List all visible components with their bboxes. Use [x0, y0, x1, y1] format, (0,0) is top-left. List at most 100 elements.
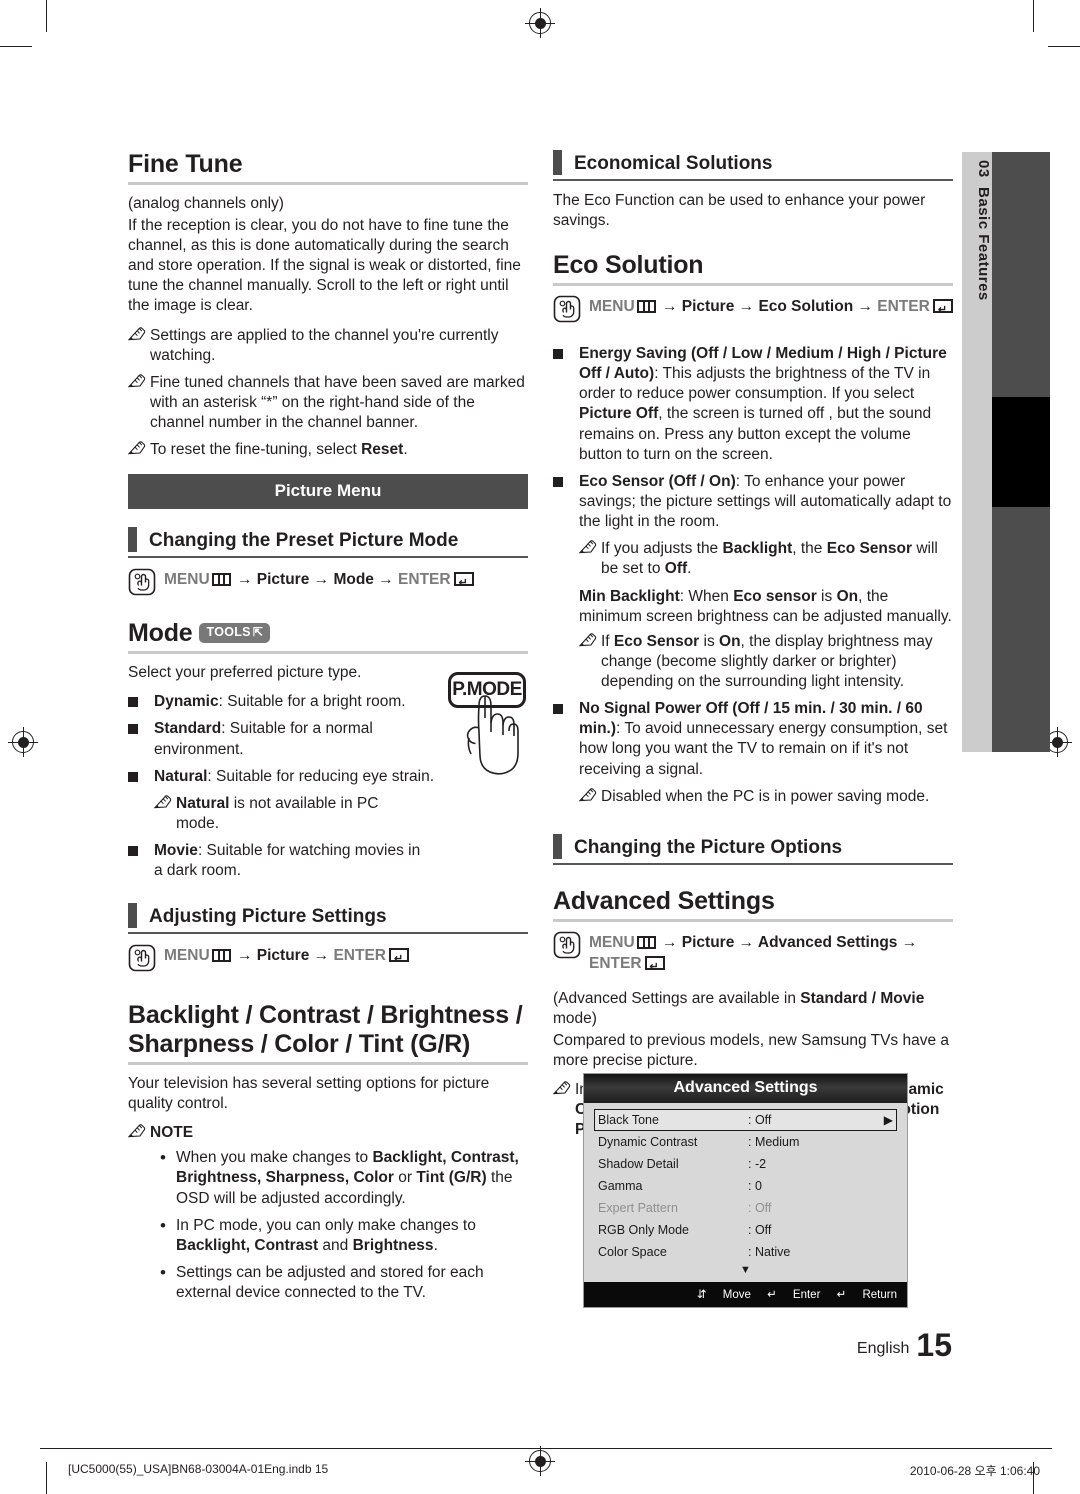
adjusting-picture-settings-heading: Adjusting Picture Settings [128, 903, 528, 929]
bullet-pre: When you make changes to [176, 1149, 373, 1167]
note-text: Settings are applied to the channel you'… [150, 326, 499, 364]
note-text: To reset the fine-tuning, select Reset. [150, 440, 528, 461]
economical-solutions-heading: Economical Solutions [553, 150, 953, 175]
pencil-note-icon [127, 440, 150, 461]
dot-bullet-icon: • [160, 1148, 166, 1168]
note-bold: Eco Sensor [613, 632, 700, 650]
enter-key-icon: ↵ [644, 955, 665, 972]
mode-option-term: Standard [154, 720, 222, 738]
chapter-tab-strip: 03 Basic Features [962, 152, 992, 752]
heading-rule [553, 179, 953, 181]
note-label: NOTE [150, 1124, 194, 1142]
pencil-note-icon [578, 787, 601, 808]
bullet-bold: Backlight, Contrast [176, 1236, 319, 1254]
chapter-tab-block-black [992, 397, 1050, 507]
enter-key-icon: ↵ [453, 572, 474, 589]
eco-option-desc-bold: Picture Off [579, 405, 659, 423]
mode-option-term: Natural [154, 767, 208, 785]
text-part: : When [679, 587, 734, 605]
osd-hint-move: ⇵ Move [696, 1289, 751, 1301]
mode-option-text: Movie: Suitable for watching movies in a… [154, 841, 428, 881]
note-part: If [601, 632, 614, 650]
economical-solutions-paragraph: The Eco Function can be used to enhance … [553, 192, 926, 230]
registration-mark-left [8, 727, 38, 757]
advanced-settings-osd-screenshot: Advanced Settings Black Tone : Off ▶ Dyn… [583, 1073, 908, 1308]
backlight-paragraph: Your television has several setting opti… [128, 1074, 490, 1112]
note-bullet: • In PC mode, you can only make changes … [160, 1216, 528, 1256]
bullet-bold2: Brightness [352, 1236, 434, 1254]
note-part: If you adjusts the [601, 540, 723, 558]
pencil-note-icon [578, 632, 601, 692]
press-button-icon [128, 568, 164, 603]
menu-path-text: MENU → Picture → Mode → ENTER ↵ [164, 568, 528, 591]
registration-mark-bottom [525, 1446, 555, 1476]
osd-row-gamma[interactable]: Gamma : 0 [594, 1175, 897, 1197]
osd-row-black-tone[interactable]: Black Tone : Off ▶ [594, 1109, 897, 1131]
osd-row-expert-pattern[interactable]: Expert Pattern : Off [594, 1197, 897, 1219]
osd-menu-list: Black Tone : Off ▶ Dynamic Contrast : Me… [584, 1103, 907, 1282]
note-bullet: • When you make changes to Backlight, Co… [160, 1148, 528, 1208]
mode-option-text: Standard: Suitable for a normal environm… [154, 719, 428, 759]
square-bullet-icon [553, 699, 579, 780]
mode-option-standard: Standard: Suitable for a normal environm… [128, 719, 428, 759]
avail-post: mode) [553, 1009, 597, 1027]
osd-hint-enter: ↵ Enter [767, 1289, 821, 1301]
eco-option-text: Eco Sensor (Off / On): To enhance your p… [579, 472, 953, 532]
osd-row-value: : -2 [748, 1157, 767, 1171]
heading-marker [553, 150, 562, 175]
square-bullet-icon [553, 472, 579, 532]
pencil-note-icon [127, 326, 150, 366]
backlight-title: Backlight / Contrast / Brightness / Shar… [128, 1001, 528, 1059]
osd-row-label: Expert Pattern [598, 1201, 678, 1215]
menu-path-step-eco: Eco Solution [758, 298, 854, 316]
osd-row-rgb-only-mode[interactable]: RGB Only Mode : Off [594, 1219, 897, 1241]
osd-title: Advanced Settings [584, 1074, 907, 1103]
page-folio: English 15 [857, 1327, 952, 1364]
osd-row-shadow-detail[interactable]: Shadow Detail : -2 [594, 1153, 897, 1175]
natural-note: Natural is not available in PC mode. [153, 794, 404, 834]
pencil-note-icon [127, 373, 150, 433]
note-text-bold: Reset [361, 441, 404, 459]
osd-row-dynamic-contrast[interactable]: Dynamic Contrast : Medium [594, 1131, 897, 1153]
menu-bars-icon [211, 949, 231, 963]
enter-label: ENTER [877, 298, 930, 316]
menu-path-adjusting-picture: MENU → Picture → ENTER ↵ [128, 944, 528, 979]
avail-pre: (Advanced Settings are available in [553, 989, 801, 1007]
enter-key-icon: ↵ [932, 299, 953, 316]
menu-path-step-picture: Picture [256, 571, 310, 589]
text-part: is [816, 587, 837, 605]
natural-note-bold: Natural [176, 794, 230, 812]
picture-menu-banner: Picture Menu [128, 474, 528, 510]
mode-title-row: Mode TOOLS ⇱ [128, 619, 528, 648]
advanced-settings-rule [553, 918, 953, 922]
scroll-down-icon[interactable]: ▼ [594, 1263, 897, 1280]
bullet-mid: and [318, 1236, 353, 1254]
menu-label: MENU [589, 298, 635, 316]
registration-mark-top [525, 8, 555, 38]
eco-solution-rule [553, 283, 953, 287]
menu-label: MENU [164, 571, 210, 589]
eco-option-text: Energy Saving (Off / Low / Medium / High… [579, 344, 953, 465]
crop-mark-top-right-v [1033, 0, 1034, 32]
note-item: Fine tuned channels that have been saved… [127, 373, 528, 433]
osd-row-color-space[interactable]: Color Space : Native [594, 1241, 897, 1263]
avail-bold: Standard / Movie [800, 989, 925, 1007]
menu-path-text: MENU → Picture → Advanced Settings → ENTE… [589, 933, 918, 973]
crop-mark-top-left-v [46, 0, 47, 32]
osd-row-label: RGB Only Mode [598, 1223, 690, 1237]
text-bold: Eco sensor [733, 587, 817, 605]
note-item: To reset the fine-tuning, select Reset. [127, 440, 528, 461]
chapter-tab-block-gray-bottom [992, 507, 1050, 752]
preset-picture-mode-heading: Changing the Preset Picture Mode [128, 527, 528, 553]
menu-label: MENU [164, 947, 210, 965]
note-bullet-text: Settings can be adjusted and stored for … [176, 1263, 484, 1302]
square-bullet-icon [553, 344, 579, 465]
osd-row-value: : Off [748, 1113, 772, 1127]
min-backlight-paragraph: Min Backlight: When Eco sensor is On, th… [579, 587, 953, 627]
mode-option-desc: : Suitable for reducing eye strain. [207, 767, 435, 785]
min-backlight-term: Min Backlight [579, 587, 680, 605]
fine-tune-paragraph: If the reception is clear, you do not ha… [128, 216, 521, 315]
menu-bars-icon [636, 300, 656, 314]
menu-bars-icon [211, 573, 231, 587]
osd-row-label: Gamma [598, 1179, 643, 1193]
